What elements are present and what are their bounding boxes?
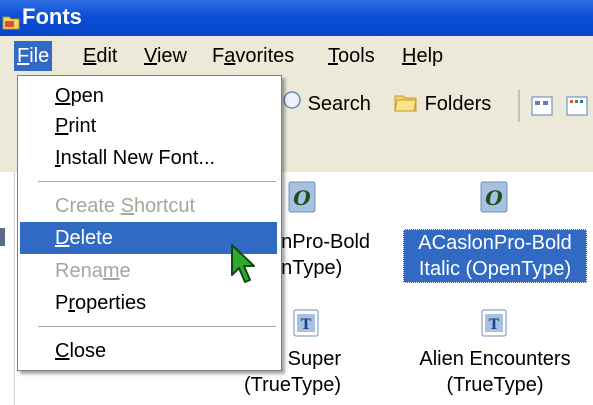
pane-divider [14, 172, 15, 405]
menu-item-create-shortcut: Create Shortcut [55, 195, 196, 217]
menu-bar: File Edit View Favorites Tools Help [0, 36, 593, 77]
menu-item-open[interactable]: Open [20, 80, 277, 112]
window-title: Fonts [22, 4, 82, 29]
menu-item-properties[interactable]: Properties [20, 287, 277, 319]
menu-separator [38, 181, 276, 182]
menu-view[interactable]: View [141, 41, 190, 71]
toolbar-separator [518, 90, 520, 122]
font-item-label[interactable]: Alien Encounters (TrueType) [406, 346, 584, 398]
mouse-pointer-icon [230, 243, 260, 290]
menu-item-install-new-font[interactable]: Install New Font... [20, 142, 277, 174]
menu-item-print[interactable]: Print [20, 110, 277, 142]
file-menu-dropdown: Open Print Install New Font... Create Sh… [17, 75, 282, 371]
svg-text:O: O [293, 186, 311, 210]
view-icon[interactable] [531, 96, 553, 116]
truetype-font-icon[interactable]: T [480, 308, 512, 342]
left-edge-marker [0, 228, 5, 246]
folders-button[interactable]: Folders [393, 90, 491, 118]
menu-item-close[interactable]: Close [20, 335, 277, 367]
menu-help[interactable]: Help [399, 41, 446, 71]
thumbnails-icon[interactable] [566, 96, 588, 116]
svg-text:T: T [301, 317, 312, 333]
folders-icon [394, 95, 417, 112]
menu-edit[interactable]: Edit [80, 41, 120, 71]
svg-text:O: O [485, 186, 503, 210]
search-icon [283, 91, 301, 109]
truetype-font-icon[interactable]: T [292, 308, 324, 342]
font-item-label[interactable]: onPro-Bold enType) [270, 229, 370, 281]
menu-favorites[interactable]: Favorites [209, 41, 297, 71]
opentype-font-icon[interactable]: O [479, 180, 511, 214]
menu-tools[interactable]: Tools [325, 41, 378, 71]
opentype-font-icon[interactable]: O [287, 180, 319, 214]
font-item-label-selected[interactable]: ACaslonPro-Bold Italic (OpenType) [403, 229, 587, 283]
folders-label: Folders [424, 93, 492, 115]
svg-text:T: T [489, 317, 500, 333]
title-bar: Fonts [0, 0, 593, 36]
menu-file[interactable]: File [14, 41, 53, 71]
search-button[interactable]: Search [280, 90, 371, 118]
menu-separator [38, 326, 276, 327]
search-label: Search [307, 93, 371, 115]
folder-icon [2, 10, 20, 36]
